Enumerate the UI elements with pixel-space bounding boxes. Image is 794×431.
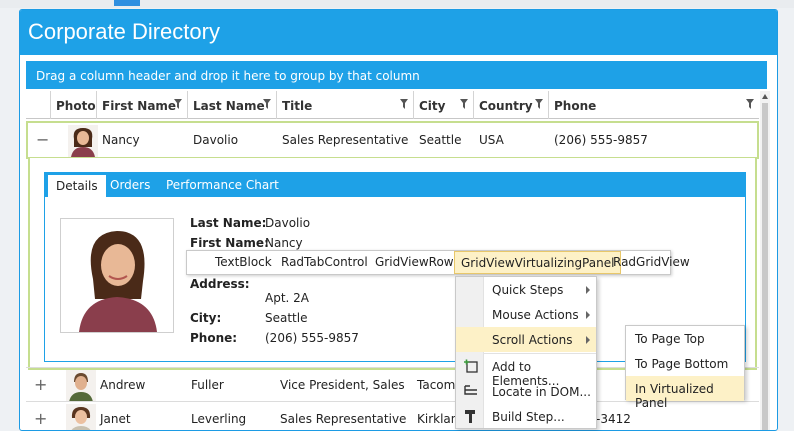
locate-dom-icon [464, 385, 477, 395]
cell-first-name: Janet [100, 412, 131, 426]
column-header-first-name[interactable]: First Name [96, 91, 187, 119]
context-menu: Quick Steps Mouse Actions Scroll Actions… [455, 276, 597, 429]
element-breadcrumb: TextBlock RadTabControl GridViewRow Grid… [186, 250, 690, 275]
employee-photo [60, 218, 174, 333]
crumb-gridviewrow[interactable]: GridViewRow [369, 251, 460, 274]
cell-title: Vice President, Sales [280, 378, 405, 392]
scroll-thumb[interactable] [762, 103, 768, 430]
expand-row-icon[interactable]: + [34, 409, 47, 428]
label-city: City: [190, 311, 222, 325]
details-tabbar: Details Orders Performance Chart [44, 172, 746, 197]
crumb-gridviewvirtualizingpanel[interactable]: GridViewVirtualizingPanel [454, 251, 622, 274]
column-header-country[interactable]: Country [473, 91, 548, 119]
filter-icon[interactable] [174, 99, 182, 109]
cell-last-name: Davolio [193, 133, 239, 147]
value-first-name: Nancy [265, 236, 303, 250]
column-label: Title [282, 99, 313, 113]
cell-first-name: Nancy [102, 133, 140, 147]
filter-icon[interactable] [263, 99, 271, 109]
menu-item-scroll-actions[interactable]: Scroll Actions [456, 327, 596, 352]
table-row[interactable]: − Nancy Davolio Sales Representative Sea… [26, 121, 759, 159]
menu-item-to-page-top[interactable]: To Page Top [626, 326, 744, 351]
filter-icon[interactable] [400, 99, 408, 109]
menu-item-build-step[interactable]: Build Step... [456, 404, 596, 429]
tab-orders[interactable]: Orders [102, 172, 158, 197]
column-header-phone[interactable]: Phone [548, 91, 759, 119]
menu-item-locate-in-dom[interactable]: Locate in DOM... [456, 379, 596, 404]
build-step-icon [465, 410, 475, 423]
grid-header: Photo First Name Last Name Title City Co… [26, 91, 759, 119]
submenu-arrow-icon [586, 336, 590, 344]
menu-item-label: Scroll Actions [492, 333, 573, 347]
expand-row-icon[interactable]: + [34, 375, 47, 394]
label-last-name: Last Name: [190, 216, 267, 230]
menu-item-label: Build Step... [492, 410, 565, 424]
filter-icon[interactable] [535, 99, 543, 109]
cell-title: Sales Representative [280, 412, 407, 426]
cell-country: USA [479, 133, 504, 147]
menu-item-mouse-actions[interactable]: Mouse Actions [456, 302, 596, 327]
column-label: City [419, 99, 446, 113]
crumb-radtabcontrol[interactable]: RadTabControl [275, 251, 374, 274]
menu-item-to-page-bottom[interactable]: To Page Bottom [626, 351, 744, 376]
column-header-title[interactable]: Title [276, 91, 413, 119]
value-address: Apt. 2A [265, 291, 310, 305]
value-city: Seattle [265, 311, 308, 325]
column-header-last-name[interactable]: Last Name [187, 91, 276, 119]
avatar [68, 125, 98, 157]
window-title: Corporate Directory [20, 10, 777, 55]
submenu-arrow-icon [586, 311, 590, 319]
tab-details[interactable]: Details [47, 174, 107, 197]
employee-photo-image [61, 219, 173, 332]
cell-phone: (206) 555-9857 [554, 133, 648, 147]
label-phone: Phone: [190, 331, 238, 345]
cell-phone: -3412 [596, 412, 631, 426]
menu-item-add-to-elements[interactable]: Add to Elements... [456, 354, 596, 388]
column-header-city[interactable]: City [413, 91, 473, 119]
submenu-arrow-icon [586, 286, 590, 294]
scroll-up-icon[interactable] [762, 94, 768, 99]
label-address: Address: [190, 277, 250, 291]
scroll-actions-submenu: To Page Top To Page Bottom In Virtualize… [625, 325, 745, 410]
column-label: Last Name [193, 99, 265, 113]
vertical-scrollbar[interactable] [760, 91, 770, 430]
cell-city: Seattle [419, 133, 462, 147]
active-tab-indicator [114, 0, 140, 6]
column-header-photo[interactable]: Photo [50, 91, 96, 119]
cell-last-name: Fuller [191, 378, 224, 392]
collapse-row-icon[interactable]: − [36, 130, 49, 149]
add-element-icon [464, 359, 478, 373]
column-label: Phone [554, 99, 597, 113]
label-first-name: First Name: [190, 236, 269, 250]
column-label: First Name [102, 99, 177, 113]
crumb-textblock[interactable]: TextBlock [209, 251, 278, 274]
cell-first-name: Andrew [100, 378, 146, 392]
crumb-radgridview[interactable]: RadGridView [607, 251, 696, 274]
group-panel[interactable]: Drag a column header and drop it here to… [26, 61, 767, 89]
menu-item-label: Quick Steps [492, 283, 564, 297]
top-strip [0, 0, 794, 8]
filter-icon[interactable] [460, 99, 468, 109]
avatar [66, 404, 96, 430]
tab-performance-chart[interactable]: Performance Chart [158, 172, 287, 197]
value-phone: (206) 555-9857 [265, 331, 359, 345]
value-last-name: Davolio [265, 216, 311, 230]
menu-item-label: Mouse Actions [492, 308, 579, 322]
filter-icon[interactable] [746, 99, 754, 109]
column-label: Photo [56, 99, 96, 113]
column-label: Country [479, 99, 533, 113]
cell-title: Sales Representative [282, 133, 409, 147]
avatar [66, 370, 96, 402]
menu-item-in-virtualized-panel[interactable]: In Virtualized Panel [626, 376, 744, 410]
cell-last-name: Leverling [191, 412, 247, 426]
menu-item-quick-steps[interactable]: Quick Steps [456, 277, 596, 302]
menu-item-label: Locate in DOM... [492, 385, 591, 399]
